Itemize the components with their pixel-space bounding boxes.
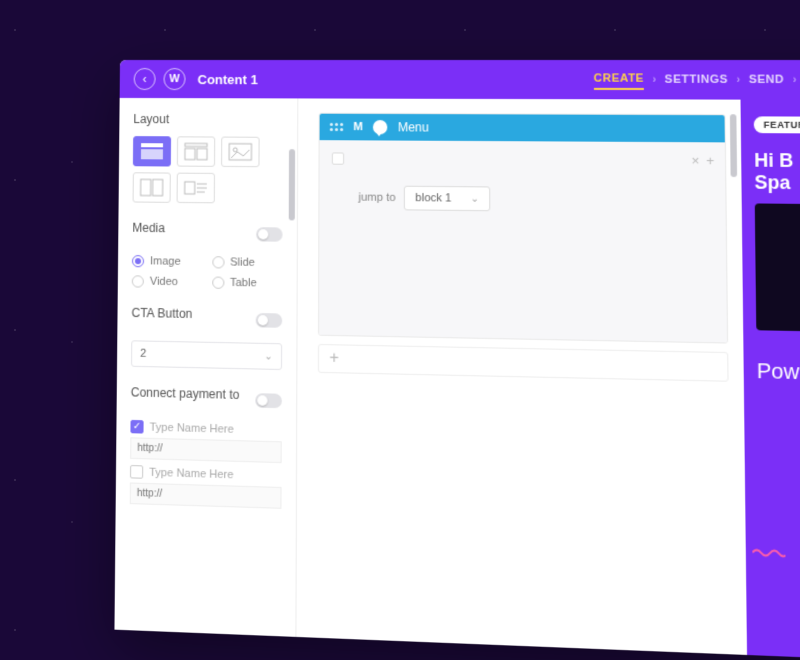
section-media: Media Image Slide Video Table	[132, 221, 283, 290]
main-body: Layout	[114, 98, 800, 660]
layout-heading: Layout	[133, 112, 283, 127]
layout-option-3[interactable]	[221, 137, 260, 168]
radio-icon	[132, 275, 144, 287]
radio-icon	[132, 255, 144, 267]
preview-headline: Hi B Spa	[754, 150, 800, 194]
connect-checkbox-1[interactable]: ✓	[130, 420, 143, 434]
cta-toggle[interactable]	[256, 313, 283, 328]
media-option-table[interactable]: Table	[212, 276, 283, 289]
add-block-button[interactable]: +	[318, 344, 729, 382]
connect-item-1: ✓ Type Name Here	[130, 420, 282, 463]
cta-heading: CTA Button	[131, 306, 192, 321]
chevron-down-icon: ⌄	[264, 351, 273, 362]
row-checkbox[interactable]	[332, 152, 344, 164]
layout-option-4[interactable]	[133, 172, 171, 203]
media-heading: Media	[132, 221, 165, 236]
media-label: Video	[150, 276, 178, 289]
layout-option-2[interactable]	[177, 136, 215, 167]
close-icon[interactable]: ×	[691, 153, 699, 169]
section-layout: Layout	[133, 112, 283, 204]
connect-name-2: Type Name Here	[149, 466, 233, 481]
media-option-video[interactable]: Video	[132, 275, 202, 288]
chat-icon	[373, 120, 387, 134]
media-toggle[interactable]	[256, 227, 283, 242]
jump-select[interactable]: block 1 ⌄	[404, 186, 491, 212]
plus-icon: +	[329, 349, 339, 368]
back-button[interactable]: ‹	[134, 68, 156, 90]
jump-value: block 1	[415, 192, 451, 205]
topbar: ‹ W Content 1 CREATE › SETTINGS › SEND ›…	[120, 60, 800, 100]
connect-name-1: Type Name Here	[150, 421, 234, 436]
sidebar: Layout	[114, 98, 298, 637]
media-label: Table	[230, 277, 257, 290]
top-nav: CREATE › SETTINGS › SEND › RESULT	[594, 69, 800, 90]
content-block: M Menu × + jump to block 1 ⌄	[318, 113, 728, 344]
block-label: Menu	[398, 120, 429, 134]
chevron-down-icon: ⌄	[470, 193, 479, 204]
nav-send[interactable]: SEND	[749, 70, 785, 89]
radio-icon	[212, 256, 224, 268]
media-label: Slide	[230, 256, 255, 269]
media-option-image[interactable]: Image	[132, 255, 202, 268]
section-connect: Connect payment to ✓ Type Name Here Type…	[130, 385, 282, 509]
app-window: ‹ W Content 1 CREATE › SETTINGS › SEND ›…	[114, 60, 800, 660]
nav-settings[interactable]: SETTINGS	[665, 70, 729, 89]
cta-count-value: 2	[140, 348, 146, 360]
connect-checkbox-2[interactable]	[130, 465, 143, 479]
page-title: Content 1	[197, 72, 257, 87]
plus-icon[interactable]: +	[706, 153, 714, 169]
preview-big-text: Pow	[757, 360, 800, 387]
media-options: Image Slide Video Table	[132, 255, 283, 290]
headline-line2: Spa	[754, 172, 790, 193]
preview-image	[755, 204, 800, 333]
canvas-scrollbar[interactable]	[730, 114, 737, 177]
featured-pill: FEATURE	[754, 116, 800, 133]
connect-url-1[interactable]	[130, 437, 282, 463]
squiggle-icon	[752, 547, 785, 559]
chevron-right-icon: ›	[793, 74, 797, 86]
chevron-right-icon: ›	[737, 74, 741, 85]
nav-create[interactable]: CREATE	[594, 69, 644, 90]
section-cta: CTA Button 2 ⌄	[131, 306, 282, 370]
block-header[interactable]: M Menu	[320, 114, 725, 143]
headline-line1: Hi B	[754, 150, 793, 171]
connect-heading: Connect payment to	[131, 385, 240, 402]
drag-handle-icon[interactable]	[330, 123, 343, 131]
row-actions: × +	[691, 153, 714, 169]
layout-option-5[interactable]	[177, 173, 215, 204]
preview-panel: FEATURE Hi B Spa ✦ Pow	[741, 100, 800, 660]
radio-icon	[212, 276, 224, 288]
layout-option-1[interactable]	[133, 136, 171, 166]
jump-label: jump to	[358, 191, 395, 204]
connect-item-2: Type Name Here	[130, 465, 282, 509]
media-option-slide[interactable]: Slide	[212, 256, 283, 269]
connect-url-2[interactable]	[130, 482, 282, 508]
connect-toggle[interactable]	[255, 393, 282, 408]
layout-grid	[133, 136, 283, 204]
sidebar-scrollbar[interactable]	[289, 149, 295, 220]
jump-row: jump to block 1 ⌄	[358, 185, 712, 213]
cta-count-select[interactable]: 2 ⌄	[131, 340, 282, 370]
app-logo: W	[163, 68, 185, 90]
block-badge: M	[353, 121, 362, 133]
block-body: × + jump to block 1 ⌄	[319, 140, 727, 342]
media-label: Image	[150, 255, 181, 268]
chevron-right-icon: ›	[652, 74, 656, 85]
canvas: M Menu × + jump to block 1 ⌄	[296, 98, 747, 655]
